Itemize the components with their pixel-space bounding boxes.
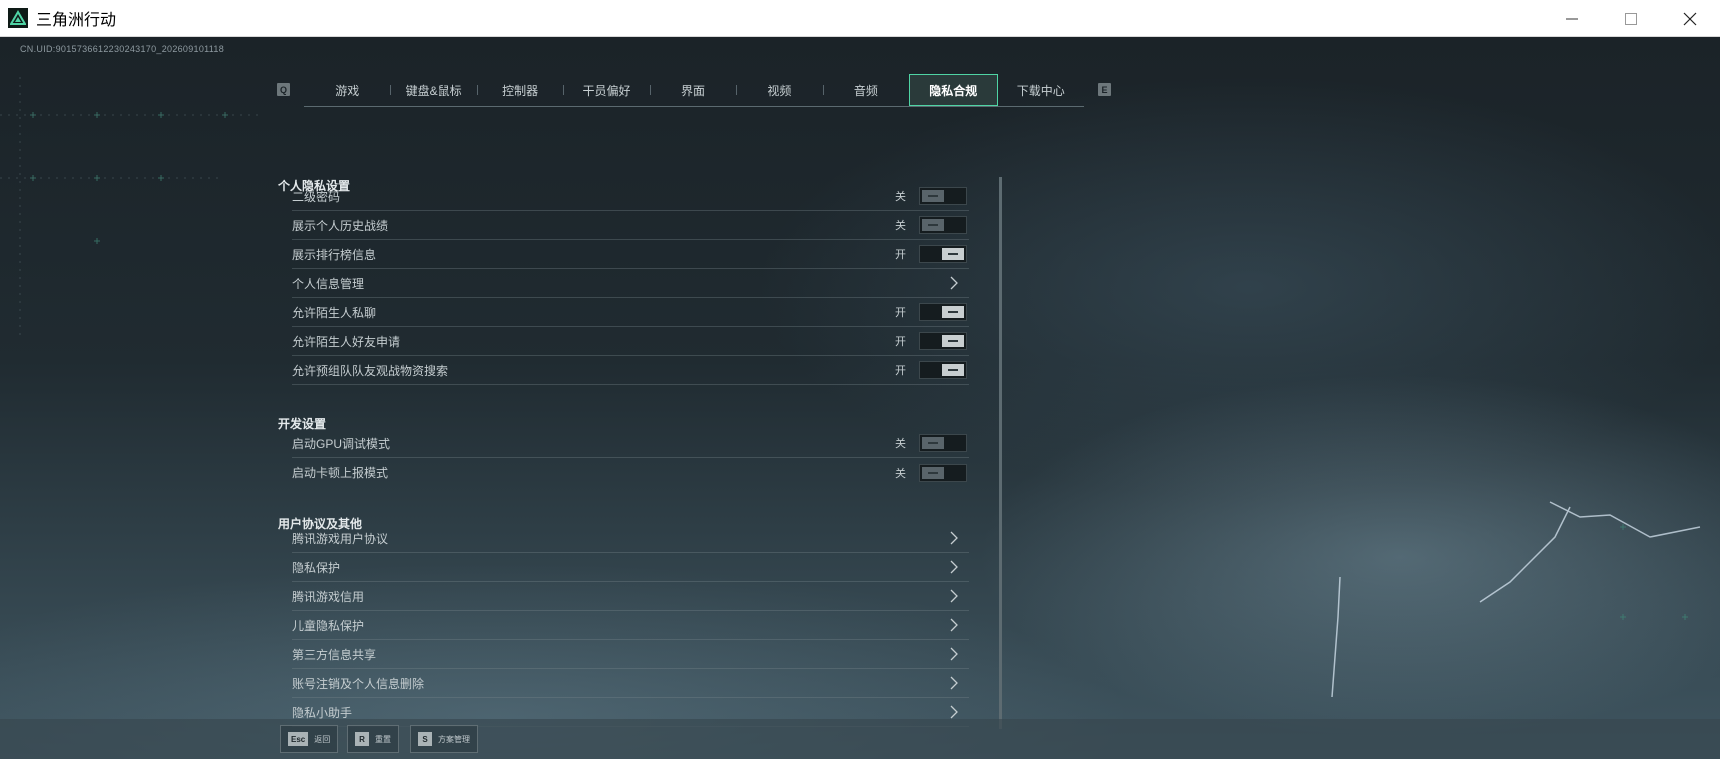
setting-label: 隐私保护 bbox=[292, 560, 341, 575]
setting-row-gpu-debug-mode[interactable]: 启动GPU调试模式 关 bbox=[292, 429, 969, 458]
tab-game[interactable]: 游戏 bbox=[304, 74, 390, 106]
stutter-report-mode-toggle[interactable] bbox=[919, 463, 967, 482]
setting-row-tencent-credit[interactable]: 腾讯游戏信用 bbox=[292, 582, 969, 611]
setting-row-show-leaderboard-info[interactable]: 展示排行榜信息 开 bbox=[292, 240, 969, 269]
chevron-right-icon bbox=[950, 705, 958, 719]
setting-label: 隐私小助手 bbox=[292, 705, 353, 720]
chevron-right-icon bbox=[950, 276, 958, 290]
toggle-state-label: 开 bbox=[895, 365, 906, 377]
allow-stranger-friend-request-toggle[interactable] bbox=[919, 332, 967, 350]
close-icon bbox=[1683, 12, 1697, 25]
setting-label: 展示排行榜信息 bbox=[292, 247, 377, 262]
setting-row-allow-stranger-friend-request[interactable]: 允许陌生人好友申请 开 bbox=[292, 327, 969, 356]
chevron-right-icon bbox=[950, 560, 958, 574]
toggle-state-label: 开 bbox=[895, 249, 906, 261]
reset-label: 重置 bbox=[375, 734, 391, 744]
setting-row-privacy-protection[interactable]: 隐私保护 bbox=[292, 553, 969, 582]
setting-row-allow-premade-spectate-search[interactable]: 允许预组队队友观战物资搜索 开 bbox=[292, 356, 969, 385]
setting-label: 二级密码 bbox=[292, 189, 341, 204]
allow-premade-spectate-search-toggle[interactable] bbox=[919, 361, 967, 379]
chevron-right-icon bbox=[950, 647, 958, 661]
chevron-right-icon bbox=[950, 618, 958, 632]
setting-label: 允许陌生人好友申请 bbox=[292, 334, 401, 349]
scheme-management-label: 方案管理 bbox=[438, 734, 470, 744]
tab-prev-key-hint[interactable]: Q bbox=[277, 83, 290, 96]
settings-screen: CN.UID:9015736612230243170_202609101118 … bbox=[0, 37, 1720, 759]
tab-interface[interactable]: 界面 bbox=[649, 74, 736, 106]
setting-label: 第三方信息共享 bbox=[292, 647, 377, 662]
show-leaderboard-info-toggle[interactable] bbox=[919, 245, 967, 263]
scheme-management-button[interactable]: S 方案管理 bbox=[410, 725, 478, 753]
setting-row-secondary-password[interactable]: 二级密码 关 bbox=[292, 182, 969, 211]
toggle-state-label: 关 bbox=[895, 220, 906, 232]
setting-row-account-deletion[interactable]: 账号注销及个人信息删除 bbox=[292, 669, 969, 698]
settings-tabs: 游戏 键盘&鼠标 控制器 干员偏好 界面 视频 音频 隐私合规 下载中心 bbox=[304, 74, 1084, 107]
user-uid: CN.UID:9015736612230243170_202609101118 bbox=[20, 44, 225, 54]
toggle-state-label: 关 bbox=[895, 467, 906, 480]
show-history-record-toggle[interactable] bbox=[919, 216, 967, 234]
back-label: 返回 bbox=[314, 734, 331, 744]
maximize-button[interactable] bbox=[1601, 0, 1661, 37]
toggle-state-label: 开 bbox=[895, 307, 906, 319]
setting-label: 账号注销及个人信息删除 bbox=[292, 676, 425, 691]
r-key-hint: R bbox=[355, 732, 369, 746]
setting-label: 儿童隐私保护 bbox=[292, 618, 365, 633]
tab-next-key-hint[interactable]: E bbox=[1098, 83, 1111, 96]
tab-audio[interactable]: 音频 bbox=[822, 74, 909, 106]
gpu-debug-mode-toggle[interactable] bbox=[919, 434, 967, 452]
setting-label: 允许陌生人私聊 bbox=[292, 305, 377, 320]
setting-label: 启动卡顿上报模式 bbox=[292, 466, 389, 480]
setting-row-allow-stranger-chat[interactable]: 允许陌生人私聊 开 bbox=[292, 298, 969, 327]
maximize-icon bbox=[1625, 12, 1637, 25]
setting-label: 腾讯游戏信用 bbox=[292, 589, 365, 604]
secondary-password-toggle[interactable] bbox=[919, 187, 967, 205]
settings-panel: 个人隐私设置 二级密码 关 展示个人历史战绩 关 展示排行榜信息 开 个人信息管… bbox=[278, 128, 993, 728]
esc-key-hint: Esc bbox=[288, 732, 309, 746]
window-title: 三角洲行动 bbox=[36, 12, 117, 29]
setting-label: 个人信息管理 bbox=[292, 276, 365, 291]
setting-row-show-history-record[interactable]: 展示个人历史战绩 关 bbox=[292, 211, 969, 240]
setting-label: 允许预组队队友观战物资搜索 bbox=[292, 363, 449, 378]
reset-button[interactable]: R 重置 bbox=[347, 725, 399, 753]
setting-row-personal-info-management[interactable]: 个人信息管理 bbox=[292, 269, 969, 298]
minimize-icon bbox=[1566, 18, 1578, 19]
setting-row-tencent-user-agreement[interactable]: 腾讯游戏用户协议 bbox=[292, 524, 969, 553]
app-logo-icon bbox=[8, 8, 28, 28]
toggle-state-label: 开 bbox=[895, 336, 906, 348]
tab-keyboard-mouse[interactable]: 键盘&鼠标 bbox=[390, 74, 476, 106]
tab-download-center[interactable]: 下载中心 bbox=[998, 74, 1084, 106]
bottom-action-bar: Esc 返回 R 重置 S 方案管理 bbox=[0, 719, 1720, 759]
settings-scrollbar[interactable] bbox=[999, 177, 1002, 729]
toggle-state-label: 关 bbox=[895, 191, 906, 203]
chevron-right-icon bbox=[950, 589, 958, 603]
chevron-right-icon bbox=[950, 676, 958, 690]
toggle-state-label: 关 bbox=[895, 438, 906, 450]
setting-label: 展示个人历史战绩 bbox=[292, 218, 389, 233]
chevron-right-icon bbox=[950, 531, 958, 545]
s-key-hint: S bbox=[418, 732, 432, 746]
setting-row-children-privacy[interactable]: 儿童隐私保护 bbox=[292, 611, 969, 640]
setting-row-third-party-sharing[interactable]: 第三方信息共享 bbox=[292, 640, 969, 669]
back-button[interactable]: Esc 返回 bbox=[280, 725, 339, 753]
tab-controller[interactable]: 控制器 bbox=[476, 74, 563, 106]
tab-privacy-compliance[interactable]: 隐私合规 bbox=[909, 74, 998, 106]
window-titlebar: 三角洲行动 bbox=[0, 0, 1720, 37]
setting-label: 腾讯游戏用户协议 bbox=[292, 531, 389, 546]
setting-label: 启动GPU调试模式 bbox=[292, 436, 391, 451]
close-button[interactable] bbox=[1660, 0, 1720, 37]
tab-operator-preferences[interactable]: 干员偏好 bbox=[563, 74, 649, 106]
minimize-button[interactable] bbox=[1542, 0, 1602, 37]
setting-row-stutter-report-mode[interactable]: 启动卡顿上报模式 关 bbox=[292, 458, 969, 487]
tab-video[interactable]: 视频 bbox=[736, 74, 822, 106]
allow-stranger-chat-toggle[interactable] bbox=[919, 303, 967, 321]
